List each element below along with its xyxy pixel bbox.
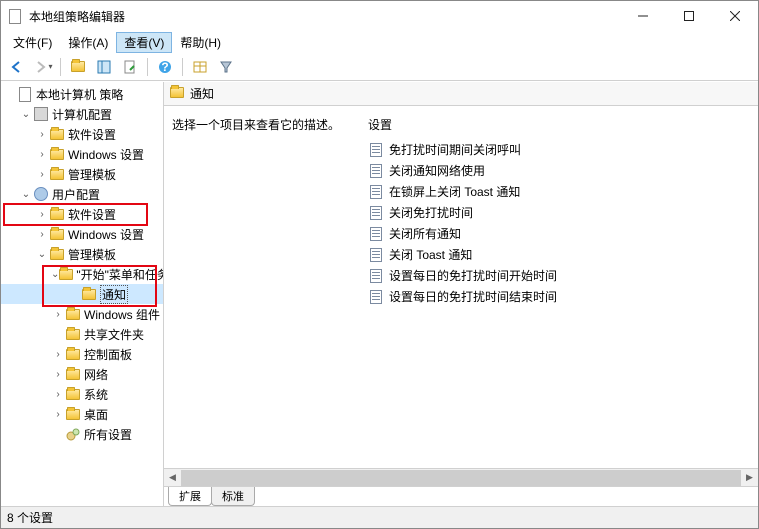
scroll-left-icon[interactable]: ◀ [164, 472, 181, 483]
main-split: 本地计算机 策略 ⌄计算机配置 ›软件设置 ›Windows 设置 ›管理模板 … [1, 81, 758, 506]
menu-action[interactable]: 操作(A) [60, 32, 116, 53]
setting-item[interactable]: 在锁屏上关闭 Toast 通知 [368, 181, 750, 202]
setting-item[interactable]: 关闭所有通知 [368, 223, 750, 244]
menu-help[interactable]: 帮助(H) [172, 32, 229, 53]
tree-all-settings[interactable]: 所有设置 [1, 424, 163, 444]
close-button[interactable] [712, 1, 758, 31]
tree-user-config[interactable]: ⌄用户配置 [1, 184, 163, 204]
policy-icon [368, 289, 384, 305]
collapse-icon[interactable]: ⌄ [19, 189, 33, 200]
expand-icon[interactable]: › [35, 169, 49, 180]
policy-icon [368, 268, 384, 284]
setting-item[interactable]: 关闭通知网络使用 [368, 160, 750, 181]
expand-icon[interactable]: › [35, 129, 49, 140]
scroll-thumb[interactable] [181, 470, 741, 486]
expand-icon[interactable]: › [51, 349, 65, 360]
status-text: 8 个设置 [7, 509, 53, 526]
export-list-button[interactable] [118, 56, 142, 78]
menubar: 文件(F) 操作(A) 查看(V) 帮助(H) [1, 31, 758, 53]
tree-uc-windows[interactable]: ›Windows 设置 [1, 224, 163, 244]
policy-icon [368, 184, 384, 200]
content-pane: 通知 选择一个项目来查看它的描述。 设置 免打扰时间期间关闭呼叫 关闭通知网络使… [164, 82, 758, 506]
template-button[interactable] [188, 56, 212, 78]
collapse-icon[interactable]: ⌄ [35, 249, 49, 260]
content-body: 选择一个项目来查看它的描述。 设置 免打扰时间期间关闭呼叫 关闭通知网络使用 在… [164, 106, 758, 468]
description-column: 选择一个项目来查看它的描述。 [172, 116, 368, 458]
setting-item[interactable]: 关闭 Toast 通知 [368, 244, 750, 265]
settings-header: 设置 [368, 116, 750, 133]
tree-root[interactable]: 本地计算机 策略 [1, 84, 163, 104]
expand-icon[interactable]: › [51, 409, 65, 420]
policy-icon [368, 226, 384, 242]
expand-icon[interactable]: › [51, 309, 65, 320]
tree-desktop[interactable]: ›桌面 [1, 404, 163, 424]
titlebar: 本地组策略编辑器 [1, 1, 758, 31]
show-hide-tree-button[interactable] [92, 56, 116, 78]
tree-notifications[interactable]: 通知 [1, 284, 163, 304]
folder-icon [170, 87, 184, 101]
view-tabs: 扩展 标准 [164, 486, 758, 506]
forward-button[interactable]: ▾ [31, 56, 55, 78]
collapse-icon[interactable]: ⌄ [19, 109, 33, 120]
tab-standard[interactable]: 标准 [211, 487, 255, 506]
tree-network[interactable]: ›网络 [1, 364, 163, 384]
tree-cc-windows[interactable]: ›Windows 设置 [1, 144, 163, 164]
tree-start-menu[interactable]: ⌄"开始"菜单和任务栏 [1, 264, 163, 284]
policy-icon [368, 205, 384, 221]
tree-computer-config[interactable]: ⌄计算机配置 [1, 104, 163, 124]
expand-icon[interactable]: › [51, 389, 65, 400]
tree-control-panel[interactable]: ›控制面板 [1, 344, 163, 364]
setting-item[interactable]: 设置每日的免打扰时间开始时间 [368, 265, 750, 286]
back-button[interactable] [5, 56, 29, 78]
content-title: 通知 [190, 85, 214, 102]
window-controls [620, 1, 758, 31]
window-title: 本地组策略编辑器 [29, 8, 620, 25]
minimize-button[interactable] [620, 1, 666, 31]
settings-column: 设置 免打扰时间期间关闭呼叫 关闭通知网络使用 在锁屏上关闭 Toast 通知 … [368, 116, 750, 458]
setting-item[interactable]: 免打扰时间期间关闭呼叫 [368, 139, 750, 160]
statusbar: 8 个设置 [1, 506, 758, 528]
tree-cc-templates[interactable]: ›管理模板 [1, 164, 163, 184]
expand-icon[interactable]: › [35, 229, 49, 240]
toolbar: ▾ ? [1, 53, 758, 81]
up-button[interactable] [66, 56, 90, 78]
menu-file[interactable]: 文件(F) [5, 32, 60, 53]
expand-icon[interactable]: › [35, 149, 49, 160]
horizontal-scrollbar[interactable]: ◀ ▶ [164, 468, 758, 486]
help-button[interactable]: ? [153, 56, 177, 78]
maximize-button[interactable] [666, 1, 712, 31]
policy-icon [368, 163, 384, 179]
setting-item[interactable]: 关闭免打扰时间 [368, 202, 750, 223]
tab-extended[interactable]: 扩展 [168, 487, 212, 506]
tree-uc-templates[interactable]: ⌄管理模板 [1, 244, 163, 264]
scroll-right-icon[interactable]: ▶ [741, 472, 758, 483]
tree-pane[interactable]: 本地计算机 策略 ⌄计算机配置 ›软件设置 ›Windows 设置 ›管理模板 … [1, 82, 164, 506]
tree-shared-folders[interactable]: 共享文件夹 [1, 324, 163, 344]
tree-win-components[interactable]: ›Windows 组件 [1, 304, 163, 324]
tree-system[interactable]: ›系统 [1, 384, 163, 404]
app-icon [7, 8, 23, 24]
collapse-icon[interactable]: ⌄ [51, 269, 59, 280]
tree-cc-software[interactable]: ›软件设置 [1, 124, 163, 144]
tree-uc-software[interactable]: ›软件设置 [1, 204, 163, 224]
svg-text:?: ? [161, 60, 168, 74]
description-prompt: 选择一个项目来查看它的描述。 [172, 116, 358, 133]
filter-button[interactable] [214, 56, 238, 78]
menu-view[interactable]: 查看(V) [116, 32, 172, 53]
policy-icon [368, 247, 384, 263]
expand-icon[interactable]: › [51, 369, 65, 380]
expand-icon[interactable]: › [35, 209, 49, 220]
policy-icon [368, 142, 384, 158]
setting-item[interactable]: 设置每日的免打扰时间结束时间 [368, 286, 750, 307]
content-header: 通知 [164, 82, 758, 106]
